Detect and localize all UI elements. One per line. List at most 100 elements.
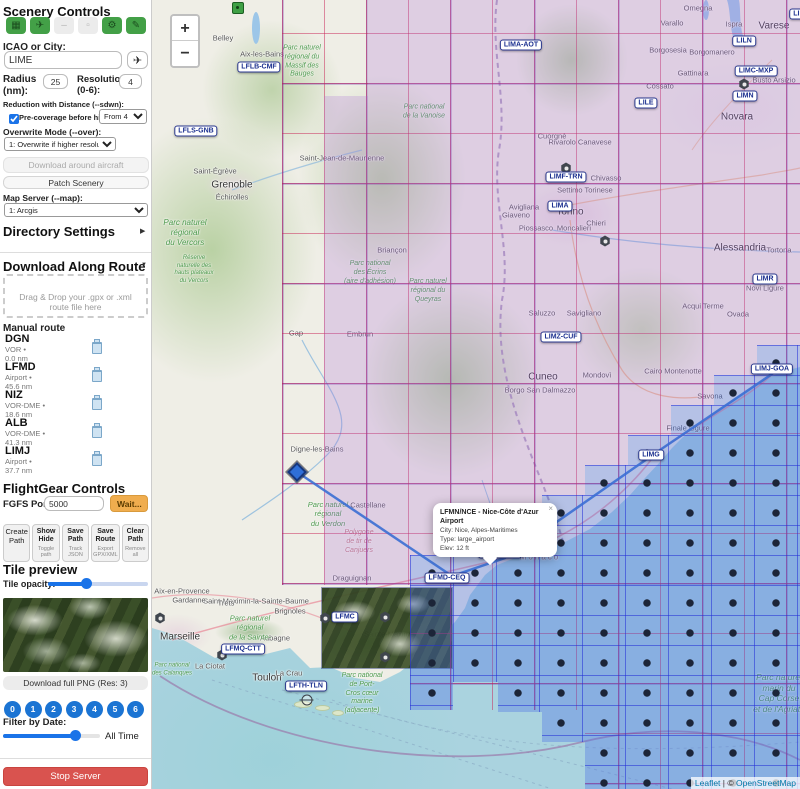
route-waypoint-row: LIMJAirport •37.7 nm xyxy=(5,445,150,473)
search-airport-button[interactable]: ✈ xyxy=(127,51,148,69)
popup-city: City: Nice, Alpes-Maritimes xyxy=(440,526,550,535)
box-button[interactable]: ▫ xyxy=(78,17,98,34)
minus-button[interactable]: – xyxy=(54,17,74,34)
delete-waypoint-icon[interactable] xyxy=(92,398,102,410)
map-canvas[interactable]: TorinoMarseilleCuneoAlessandriaNovaraVar… xyxy=(152,0,800,789)
overwrite-label: Overwrite Mode (--over): xyxy=(3,127,101,137)
show-hide-button[interactable]: Show HideToggle path xyxy=(32,524,59,562)
filter-by-date-label: Filter by Date: xyxy=(3,717,66,728)
download-around-aircraft-button[interactable]: Download around aircraft xyxy=(3,157,149,173)
path-button-subtitle: Track JSON xyxy=(64,546,87,558)
airport-badge-lfmq-ctt[interactable]: LFMQ-CTT xyxy=(221,644,265,655)
delete-waypoint-icon[interactable] xyxy=(92,426,102,438)
route-waypoint-row: DGNVOR •0.0 nm xyxy=(5,333,150,361)
path-button-title: Create Path xyxy=(5,528,28,545)
clear-path-button[interactable]: Clear Path Remove all xyxy=(122,524,149,562)
stop-server-button[interactable]: Stop Server xyxy=(3,767,148,786)
airport-badge-limz-cuf[interactable]: LIMZ-CUF xyxy=(540,332,581,343)
settings-icon: ⚙ xyxy=(108,20,117,31)
chevron-right-icon: ▶ xyxy=(140,227,145,235)
airport-badge-limg[interactable]: LIMG xyxy=(638,450,664,461)
zoom-in-button[interactable]: + xyxy=(172,16,198,41)
airport-badge-limr[interactable]: LIMR xyxy=(752,274,777,285)
resolution-digit-4[interactable]: 4 xyxy=(86,701,103,718)
plane-icon: ✈ xyxy=(133,55,142,67)
tiles-button[interactable]: ▦ xyxy=(6,17,26,34)
resolution-digit-3[interactable]: 3 xyxy=(66,701,83,718)
delete-waypoint-icon[interactable] xyxy=(92,342,102,354)
airport-badge-limn[interactable]: LIMN xyxy=(732,91,757,102)
create-path-button[interactable]: Create Path xyxy=(3,524,30,562)
path-button-title: Clear Path xyxy=(124,528,147,544)
route-section-header[interactable]: Download Along Route xyxy=(3,259,146,274)
divider xyxy=(0,252,152,253)
waypoint-type: VOR-DME • xyxy=(5,401,150,410)
leaflet-link[interactable]: Leaflet xyxy=(695,778,721,788)
tile-preview-image xyxy=(3,598,148,672)
airport-badge-lfls-gnb[interactable]: LFLS-GNB xyxy=(174,126,217,137)
icao-input[interactable] xyxy=(4,51,122,69)
fgfs-port-input[interactable] xyxy=(44,496,104,511)
waypoint-name: LIMJ xyxy=(5,445,150,457)
waypoint-name: ALB xyxy=(5,417,150,429)
airport-badge-limc-mxp[interactable]: LIMC-MXP xyxy=(735,66,778,77)
airport-badge-limf-trn[interactable]: LIMF-TRN xyxy=(545,172,586,183)
airport-badge-lfth-tln[interactable]: LFTH-TLN xyxy=(285,681,327,692)
save-path-button[interactable]: Save Path Track JSON xyxy=(62,524,89,562)
radius-input[interactable] xyxy=(43,74,68,89)
tile-preview-title: Tile preview xyxy=(3,562,77,577)
resolution-digit-5[interactable]: 5 xyxy=(107,701,124,718)
airport-badge-lima-aot[interactable]: LIMA-AOT xyxy=(500,40,542,51)
airport-badge-liln[interactable]: LILN xyxy=(789,9,800,20)
airport-marker-icon[interactable] xyxy=(302,695,313,706)
delete-waypoint-icon[interactable] xyxy=(92,370,102,382)
map-server-select[interactable]: 1: Arcgis xyxy=(4,203,148,217)
download-png-button[interactable]: Download full PNG (Res: 3) xyxy=(3,676,148,690)
resolution-digit-1[interactable]: 1 xyxy=(25,701,42,718)
airport-badge-liln[interactable]: LILN xyxy=(732,36,756,47)
aircraft-button[interactable]: ✈ xyxy=(30,17,50,34)
sidebar: Scenery Controls ▦✈–▫⚙✎ ICAO or City: ✈ … xyxy=(0,0,152,789)
waypoint-type: VOR-DME • xyxy=(5,429,150,438)
airport-badge-limj-goa[interactable]: LIMJ-GOA xyxy=(751,364,793,375)
airport-badge-lima[interactable]: LIMA xyxy=(547,201,572,212)
resolution-digit-2[interactable]: 2 xyxy=(45,701,62,718)
popup-type: Type: large_airport xyxy=(440,535,550,544)
divider xyxy=(0,758,152,759)
osm-link[interactable]: OpenStreetMap xyxy=(736,778,796,788)
app-window: Scenery Controls ▦✈–▫⚙✎ ICAO or City: ✈ … xyxy=(0,0,800,789)
airport-marker-icon[interactable] xyxy=(232,2,244,14)
airport-badge-lile[interactable]: LILE xyxy=(634,98,657,109)
wait-button[interactable]: Wait... xyxy=(110,495,148,512)
directory-settings-header[interactable]: Directory Settings xyxy=(3,224,115,239)
zoom-out-button[interactable]: − xyxy=(172,41,198,66)
airport-badge-lflb-cmf[interactable]: LFLB-CMF xyxy=(237,62,280,73)
radius-label: Radius (nm): xyxy=(3,74,39,98)
airport-badge-lfmd-ceq[interactable]: LFMD-CEQ xyxy=(425,573,470,584)
path-button-title: Save Path xyxy=(64,528,87,544)
settings-button[interactable]: ⚙ xyxy=(102,17,122,34)
route-dropzone[interactable]: Drag & Drop your .gpx or .xml route file… xyxy=(3,274,148,318)
waypoint-type: VOR • xyxy=(5,345,150,354)
route-draw-button[interactable]: ✎ xyxy=(126,17,146,34)
route-draw-icon: ✎ xyxy=(132,20,140,31)
popup-close-icon[interactable]: × xyxy=(548,504,553,513)
path-button-title: Save Route xyxy=(93,528,117,544)
airport-badge-lfmc[interactable]: LFMC xyxy=(331,612,358,623)
route-line-layer xyxy=(152,0,800,789)
precoverage-select[interactable]: From 4 to 0 xyxy=(99,109,147,124)
resolution-digit-0[interactable]: 0 xyxy=(4,701,21,718)
path-button-subtitle: Remove all xyxy=(124,546,147,558)
date-filter-fill xyxy=(3,734,75,738)
precoverage-checkbox[interactable] xyxy=(9,114,19,124)
save-route-button[interactable]: Save RouteExport GPX/XML xyxy=(91,524,119,562)
waypoint-distance: 37.7 nm xyxy=(5,466,150,475)
overwrite-select[interactable]: 1: Overwrite if higher resolution xyxy=(4,137,116,151)
delete-waypoint-icon[interactable] xyxy=(92,454,102,466)
date-filter-thumb[interactable] xyxy=(70,730,81,741)
resolution-digit-6[interactable]: 6 xyxy=(127,701,144,718)
patch-scenery-button[interactable]: Patch Scenery xyxy=(3,176,149,189)
tile-opacity-thumb[interactable] xyxy=(81,578,92,589)
popup-elev: Elev: 12 ft xyxy=(440,544,550,553)
resolution-input[interactable] xyxy=(119,74,142,89)
